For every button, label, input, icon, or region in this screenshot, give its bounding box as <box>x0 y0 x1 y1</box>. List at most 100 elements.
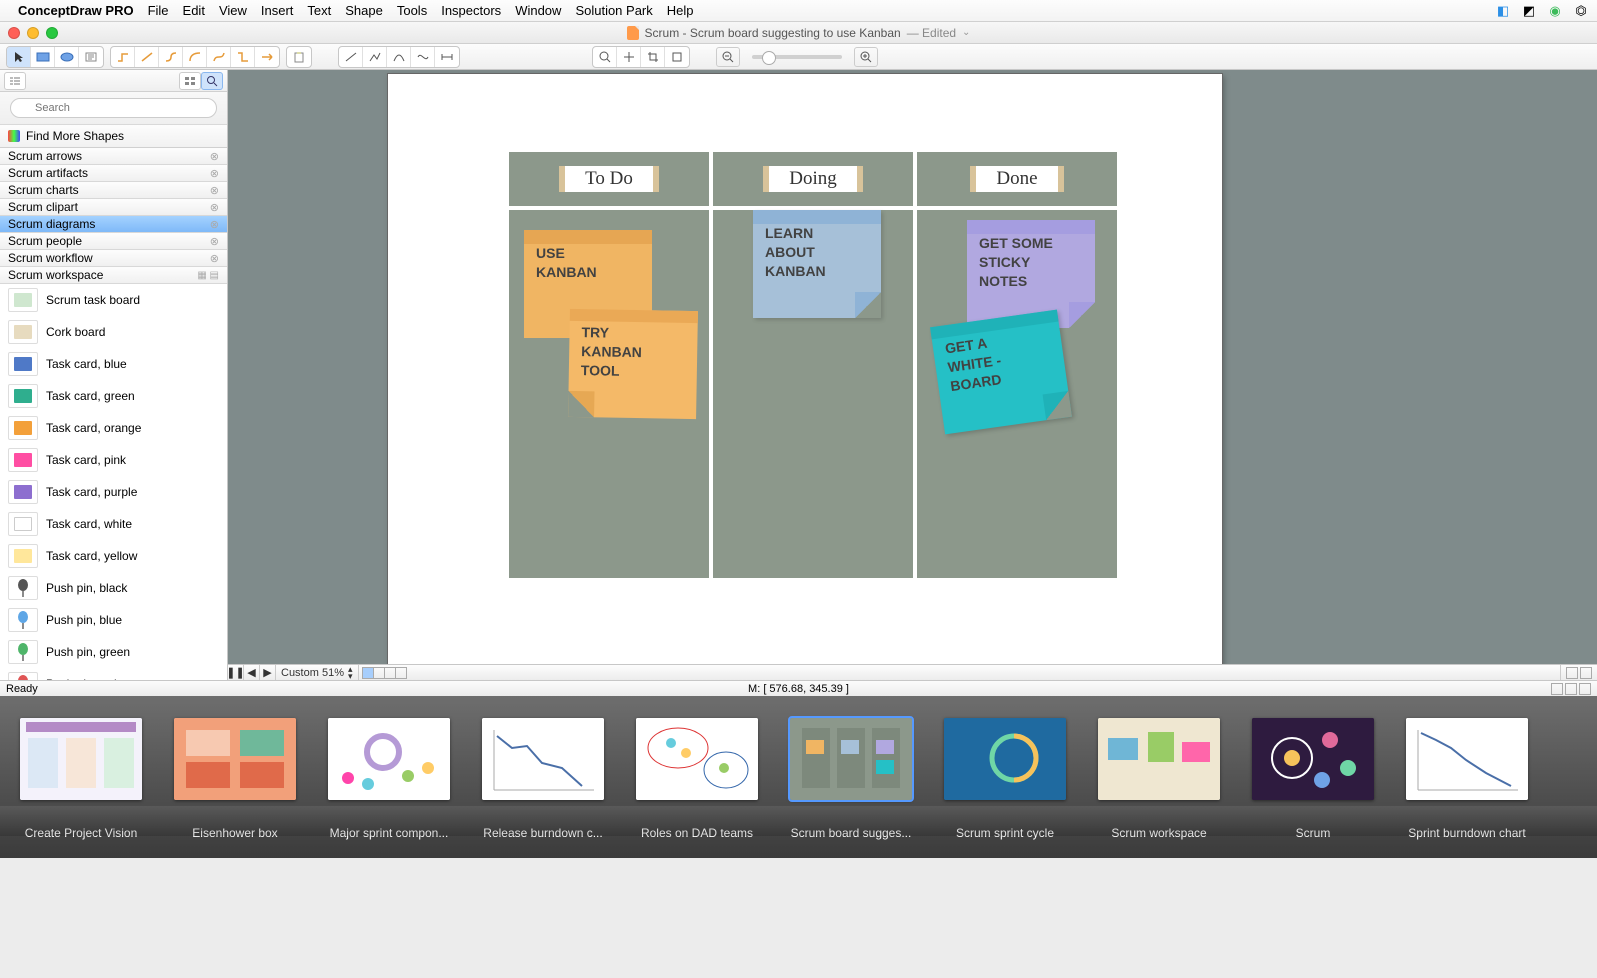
connector-4-button[interactable] <box>183 47 207 67</box>
crop-tool-button[interactable] <box>641 47 665 67</box>
document-page[interactable]: To DoUSE KANBANTRY KANBAN TOOLDoingLEARN… <box>388 74 1222 668</box>
status-end-controls[interactable] <box>1551 683 1591 695</box>
shape-category-item[interactable]: Scrum workspace▦ ▤ <box>0 267 227 284</box>
category-close-icon[interactable]: ⊗ <box>210 252 219 265</box>
shape-category-item[interactable]: Scrum arrows⊗ <box>0 148 227 165</box>
category-close-icon[interactable]: ⊗ <box>210 150 219 163</box>
bezier-tool-button[interactable] <box>411 47 435 67</box>
shape-category-item[interactable]: Scrum clipart⊗ <box>0 199 227 216</box>
shape-category-item[interactable]: Scrum workflow⊗ <box>0 250 227 267</box>
connector-7-button[interactable] <box>255 47 279 67</box>
shape-list-item[interactable]: Push pin, red <box>0 668 227 680</box>
menu-text[interactable]: Text <box>307 3 331 18</box>
zoom-fit-button[interactable] <box>593 47 617 67</box>
gallery-item[interactable]: Eisenhower box <box>174 718 296 840</box>
find-more-shapes-button[interactable]: Find More Shapes <box>0 125 227 148</box>
dimension-tool-button[interactable] <box>435 47 459 67</box>
app-name[interactable]: ConceptDraw PRO <box>18 3 134 18</box>
board-column-body[interactable]: USE KANBANTRY KANBAN TOOL <box>509 210 709 578</box>
gallery-item[interactable]: Sprint burndown chart <box>1406 718 1528 840</box>
shape-list-item[interactable]: Push pin, blue <box>0 604 227 636</box>
menu-solution-park[interactable]: Solution Park <box>575 3 652 18</box>
document-title[interactable]: Scrum - Scrum board suggesting to use Ka… <box>627 26 971 40</box>
board-column-body[interactable]: LEARN ABOUT KANBAN <box>713 210 913 578</box>
menu-view[interactable]: View <box>219 3 247 18</box>
sticky-note[interactable]: GET SOME STICKY NOTES <box>967 220 1095 328</box>
eyedropper-button[interactable] <box>665 47 689 67</box>
shape-list-item[interactable]: Task card, blue <box>0 348 227 380</box>
shape-category-item[interactable]: Scrum people⊗ <box>0 233 227 250</box>
curve-tool-button[interactable] <box>387 47 411 67</box>
sidebar-view-search-button[interactable] <box>201 72 223 90</box>
shape-list-item[interactable]: Cork board <box>0 316 227 348</box>
sidebar-view-grid-button[interactable] <box>179 72 201 90</box>
page-view-switcher[interactable] <box>363 667 407 679</box>
rect-tool-button[interactable] <box>31 47 55 67</box>
connector-3-button[interactable] <box>159 47 183 67</box>
menu-inspectors[interactable]: Inspectors <box>441 3 501 18</box>
shape-category-item[interactable]: Scrum diagrams⊗ <box>0 216 227 233</box>
tray-icon-3[interactable]: ◉ <box>1547 3 1563 19</box>
board-column-header[interactable]: Done <box>917 152 1117 206</box>
shape-category-item[interactable]: Scrum charts⊗ <box>0 182 227 199</box>
pointer-tool-button[interactable] <box>7 47 31 67</box>
zoom-in-button[interactable] <box>854 47 878 67</box>
menu-file[interactable]: File <box>148 3 169 18</box>
page-pause-button[interactable]: ❚❚ <box>228 665 244 680</box>
gallery-item[interactable]: Scrum workspace <box>1098 718 1220 840</box>
page-next-button[interactable]: ▶ <box>260 665 276 680</box>
menu-tools[interactable]: Tools <box>397 3 427 18</box>
window-minimize-button[interactable] <box>27 27 39 39</box>
category-close-icon[interactable]: ⊗ <box>210 184 219 197</box>
shapes-search-input[interactable] <box>10 98 217 118</box>
sidebar-tab-tree-button[interactable] <box>4 72 26 90</box>
board-column-body[interactable]: GET SOME STICKY NOTESGET A WHITE - BOARD <box>917 210 1117 578</box>
shape-list-item[interactable]: Task card, yellow <box>0 540 227 572</box>
tray-icon-1[interactable]: ◧ <box>1495 3 1511 19</box>
menu-edit[interactable]: Edit <box>183 3 205 18</box>
sticky-note[interactable]: GET A WHITE - BOARD <box>930 310 1072 435</box>
shape-list-item[interactable]: Task card, green <box>0 380 227 412</box>
gallery-item[interactable]: Scrum sprint cycle <box>944 718 1066 840</box>
board-column-header[interactable]: To Do <box>509 152 709 206</box>
text-tool-button[interactable] <box>79 47 103 67</box>
gallery-item[interactable]: Scrum board sugges... <box>790 718 912 840</box>
hbar-end-controls[interactable] <box>1560 665 1597 680</box>
connector-1-button[interactable] <box>111 47 135 67</box>
connector-5-button[interactable] <box>207 47 231 67</box>
shape-list-item[interactable]: Task card, white <box>0 508 227 540</box>
connector-6-button[interactable] <box>231 47 255 67</box>
shape-list-item[interactable]: Push pin, black <box>0 572 227 604</box>
category-close-icon[interactable]: ⊗ <box>210 218 219 231</box>
board-column-header[interactable]: Doing <box>713 152 913 206</box>
canvas-area[interactable]: To DoUSE KANBANTRY KANBAN TOOLDoingLEARN… <box>228 70 1597 680</box>
gallery-item[interactable]: Major sprint compon... <box>328 718 450 840</box>
gallery-item[interactable]: Release burndown c... <box>482 718 604 840</box>
zoom-out-button[interactable] <box>716 47 740 67</box>
menu-window[interactable]: Window <box>515 3 561 18</box>
shape-list-item[interactable]: Task card, pink <box>0 444 227 476</box>
category-close-icon[interactable]: ⊗ <box>210 235 219 248</box>
zoom-stepper-icon[interactable]: ▴▾ <box>348 666 353 680</box>
gallery-item[interactable]: Scrum <box>1252 718 1374 840</box>
polyline-tool-button[interactable] <box>363 47 387 67</box>
menu-insert[interactable]: Insert <box>261 3 294 18</box>
tray-icon-2[interactable]: ◩ <box>1521 3 1537 19</box>
sticky-note[interactable]: LEARN ABOUT KANBAN <box>753 210 881 318</box>
title-dropdown-icon[interactable]: ⌄ <box>962 27 970 38</box>
gallery-item[interactable]: Roles on DAD teams <box>636 718 758 840</box>
sticky-note[interactable]: TRY KANBAN TOOL <box>568 309 698 419</box>
menu-help[interactable]: Help <box>667 3 694 18</box>
line-tool-button[interactable] <box>339 47 363 67</box>
shape-list-item[interactable]: Scrum task board <box>0 284 227 316</box>
page-prev-button[interactable]: ◀ <box>244 665 260 680</box>
ellipse-tool-button[interactable] <box>55 47 79 67</box>
shape-list-item[interactable]: Task card, purple <box>0 476 227 508</box>
shape-category-item[interactable]: Scrum artifacts⊗ <box>0 165 227 182</box>
category-view-icons[interactable]: ▦ ▤ <box>197 270 219 281</box>
window-close-button[interactable] <box>8 27 20 39</box>
pan-tool-button[interactable] <box>617 47 641 67</box>
zoom-slider[interactable] <box>752 55 842 59</box>
window-zoom-button[interactable] <box>46 27 58 39</box>
menu-shape[interactable]: Shape <box>345 3 383 18</box>
